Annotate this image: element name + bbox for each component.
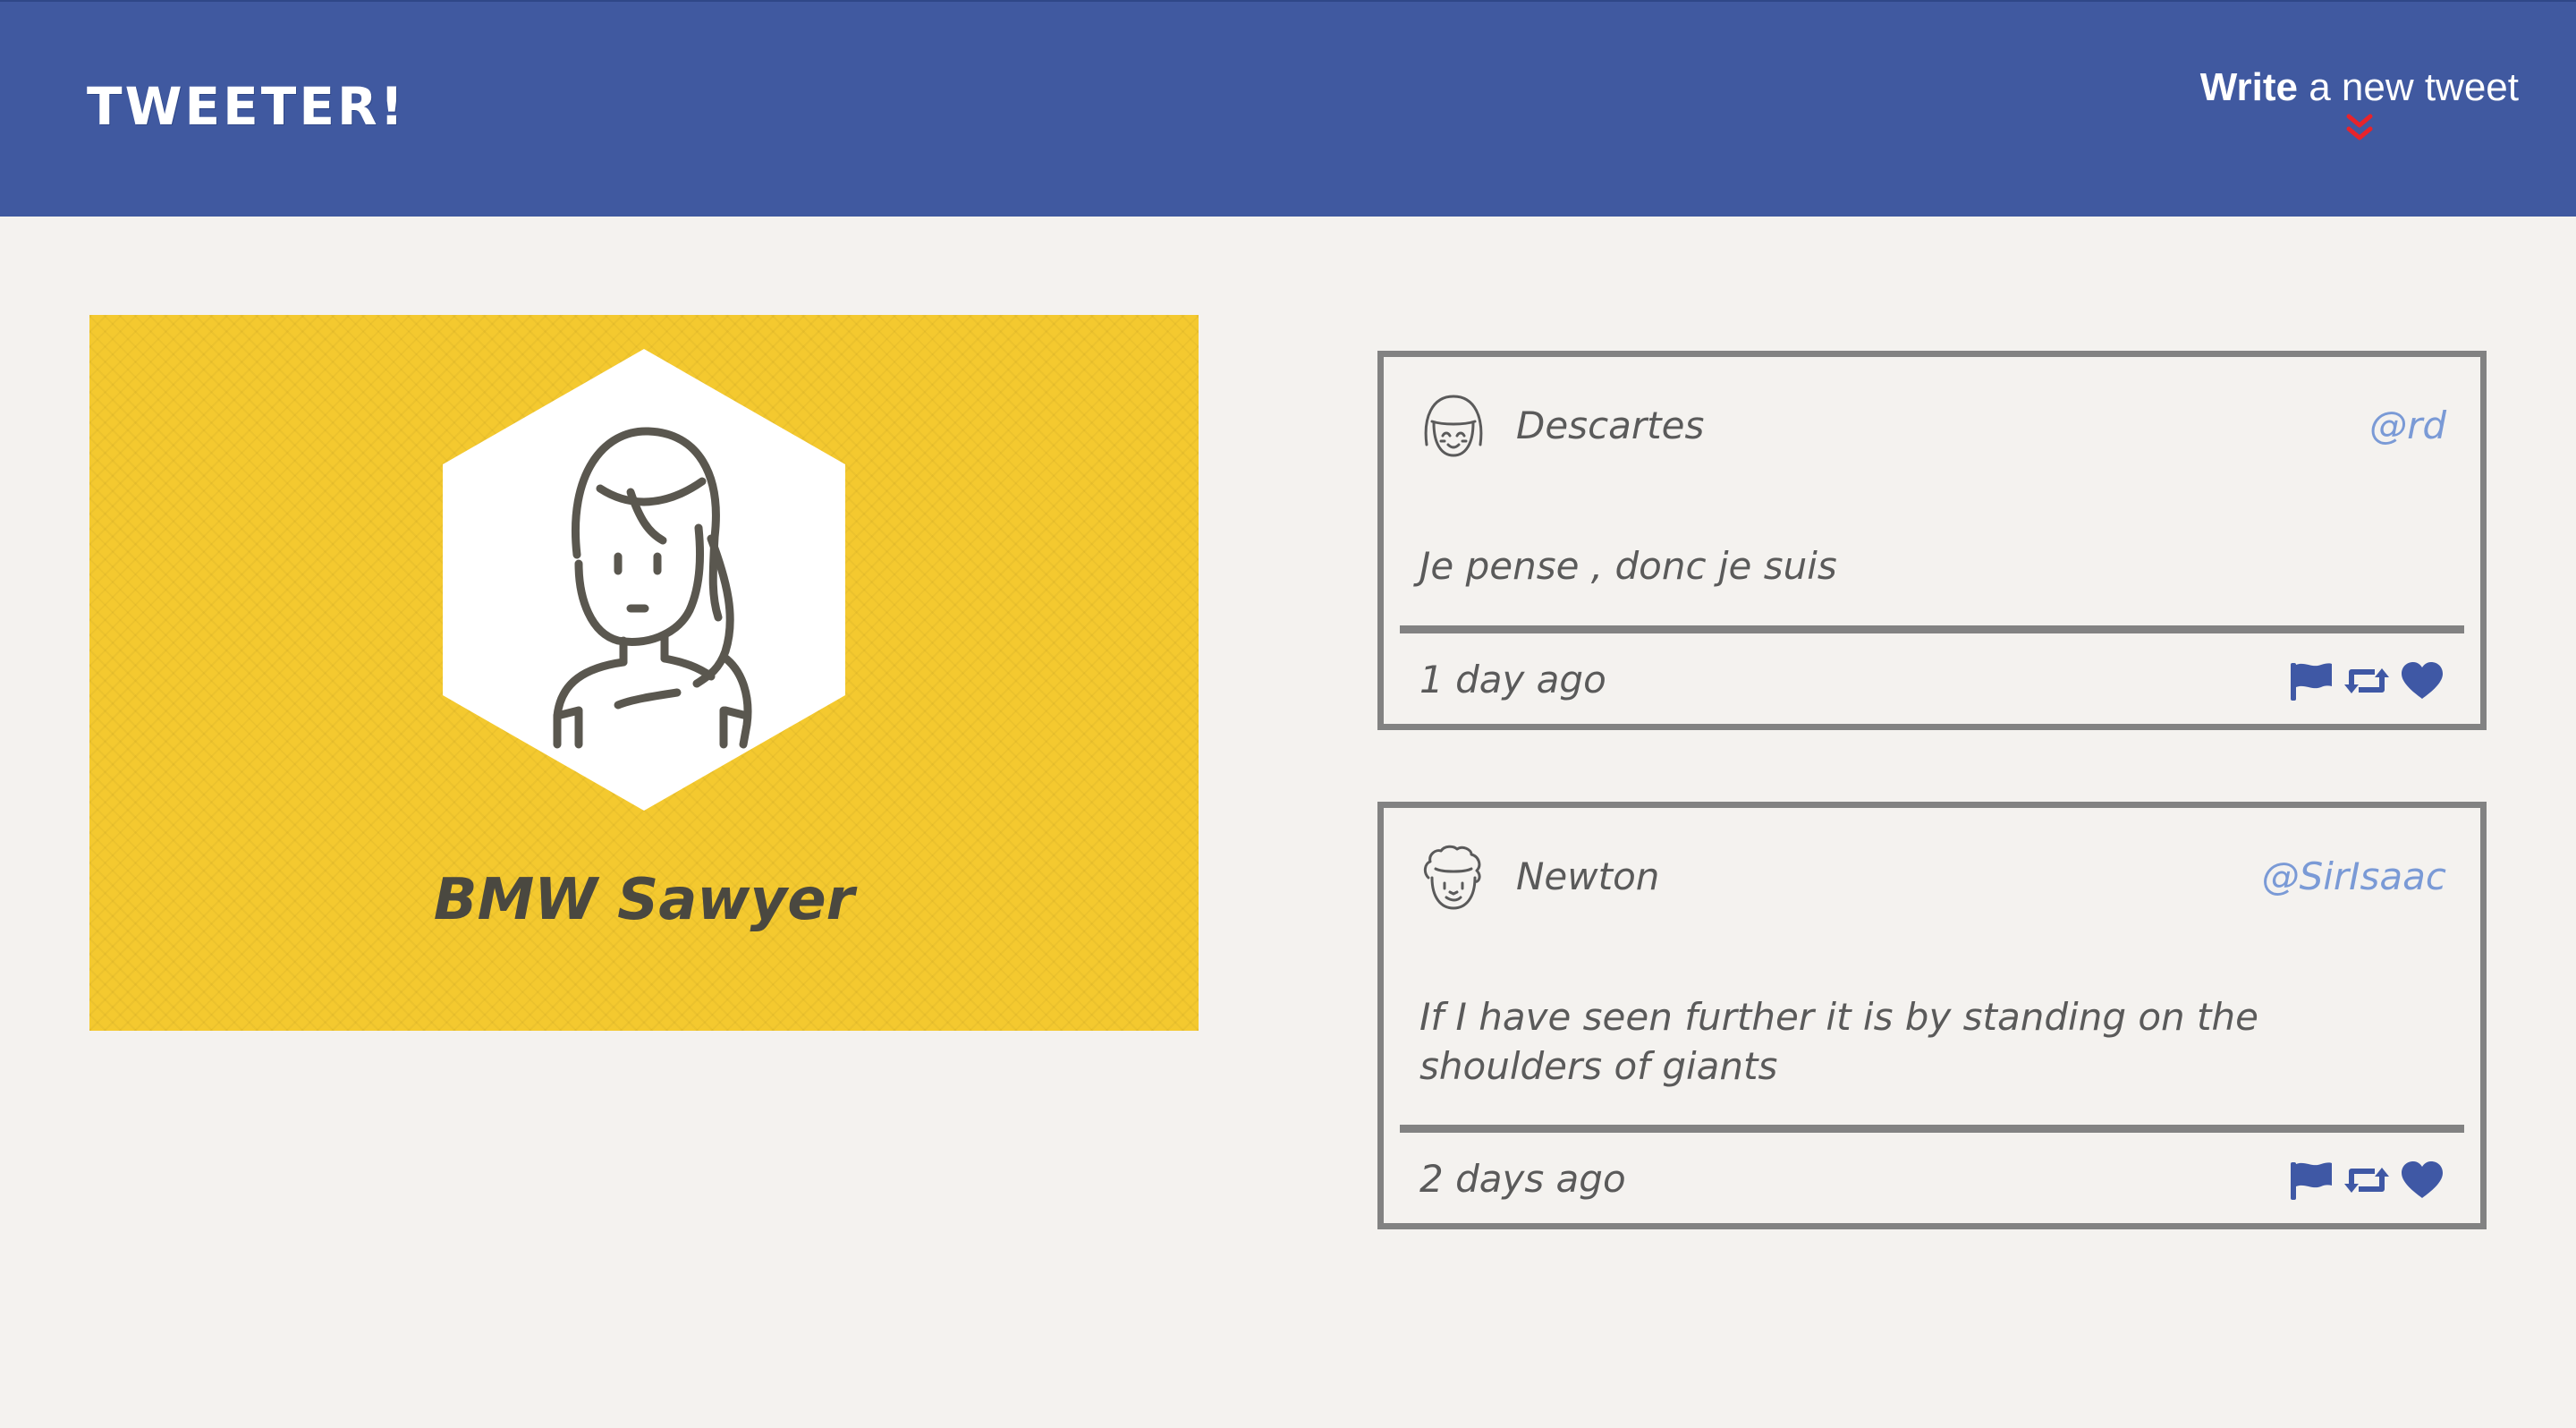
profile-avatar: [443, 349, 845, 811]
profile-card: BMW Sawyer: [89, 315, 1199, 1031]
tweet-divider: [1400, 625, 2464, 633]
tweet-author: Newton: [1516, 854, 1660, 898]
tweet-content: Je pense , donc je suis: [1419, 544, 1837, 588]
tweet-handle[interactable]: @SirIsaac: [2262, 858, 2446, 896]
flag-icon[interactable]: [2287, 1159, 2335, 1202]
profile-name: BMW Sawyer: [433, 867, 855, 933]
tweet-divider: [1400, 1125, 2464, 1133]
retweet-icon[interactable]: [2343, 1159, 2391, 1202]
tweet-content: If I have seen further it is by standing…: [1419, 995, 2258, 1088]
brand-logo[interactable]: TWEETER!: [87, 81, 406, 132]
compose-tweet-toggle[interactable]: Write a new tweet: [2200, 68, 2519, 145]
retweet-icon[interactable]: [2343, 659, 2391, 702]
tweet-actions: [2287, 659, 2446, 702]
tweet-timestamp: 1 day ago: [1419, 658, 1606, 701]
woman-avatar-icon: [443, 349, 845, 811]
flag-icon[interactable]: [2287, 659, 2335, 702]
girl-avatar-icon: [1424, 395, 1483, 457]
compose-label-bold: Write: [2199, 65, 2298, 109]
compose-label: a new tweet: [2297, 65, 2519, 109]
top-navigation-bar: TWEETER! Write a new tweet: [0, 0, 2576, 217]
tweet-handle[interactable]: @rd: [2369, 407, 2446, 445]
heart-icon[interactable]: [2398, 1159, 2446, 1202]
heart-icon[interactable]: [2398, 659, 2446, 702]
tweet-card: Newton @SirIsaac If I have seen further …: [1377, 802, 2487, 1229]
curly-hair-avatar-icon: [1423, 845, 1481, 910]
tweet-author: Descartes: [1516, 404, 1705, 447]
tweet-timestamp: 2 days ago: [1419, 1157, 1626, 1201]
tweet-card: Descartes @rd Je pense , donc je suis 1 …: [1377, 351, 2487, 730]
tweet-actions: [2287, 1159, 2446, 1202]
double-chevron-down-icon: [2346, 114, 2373, 140]
